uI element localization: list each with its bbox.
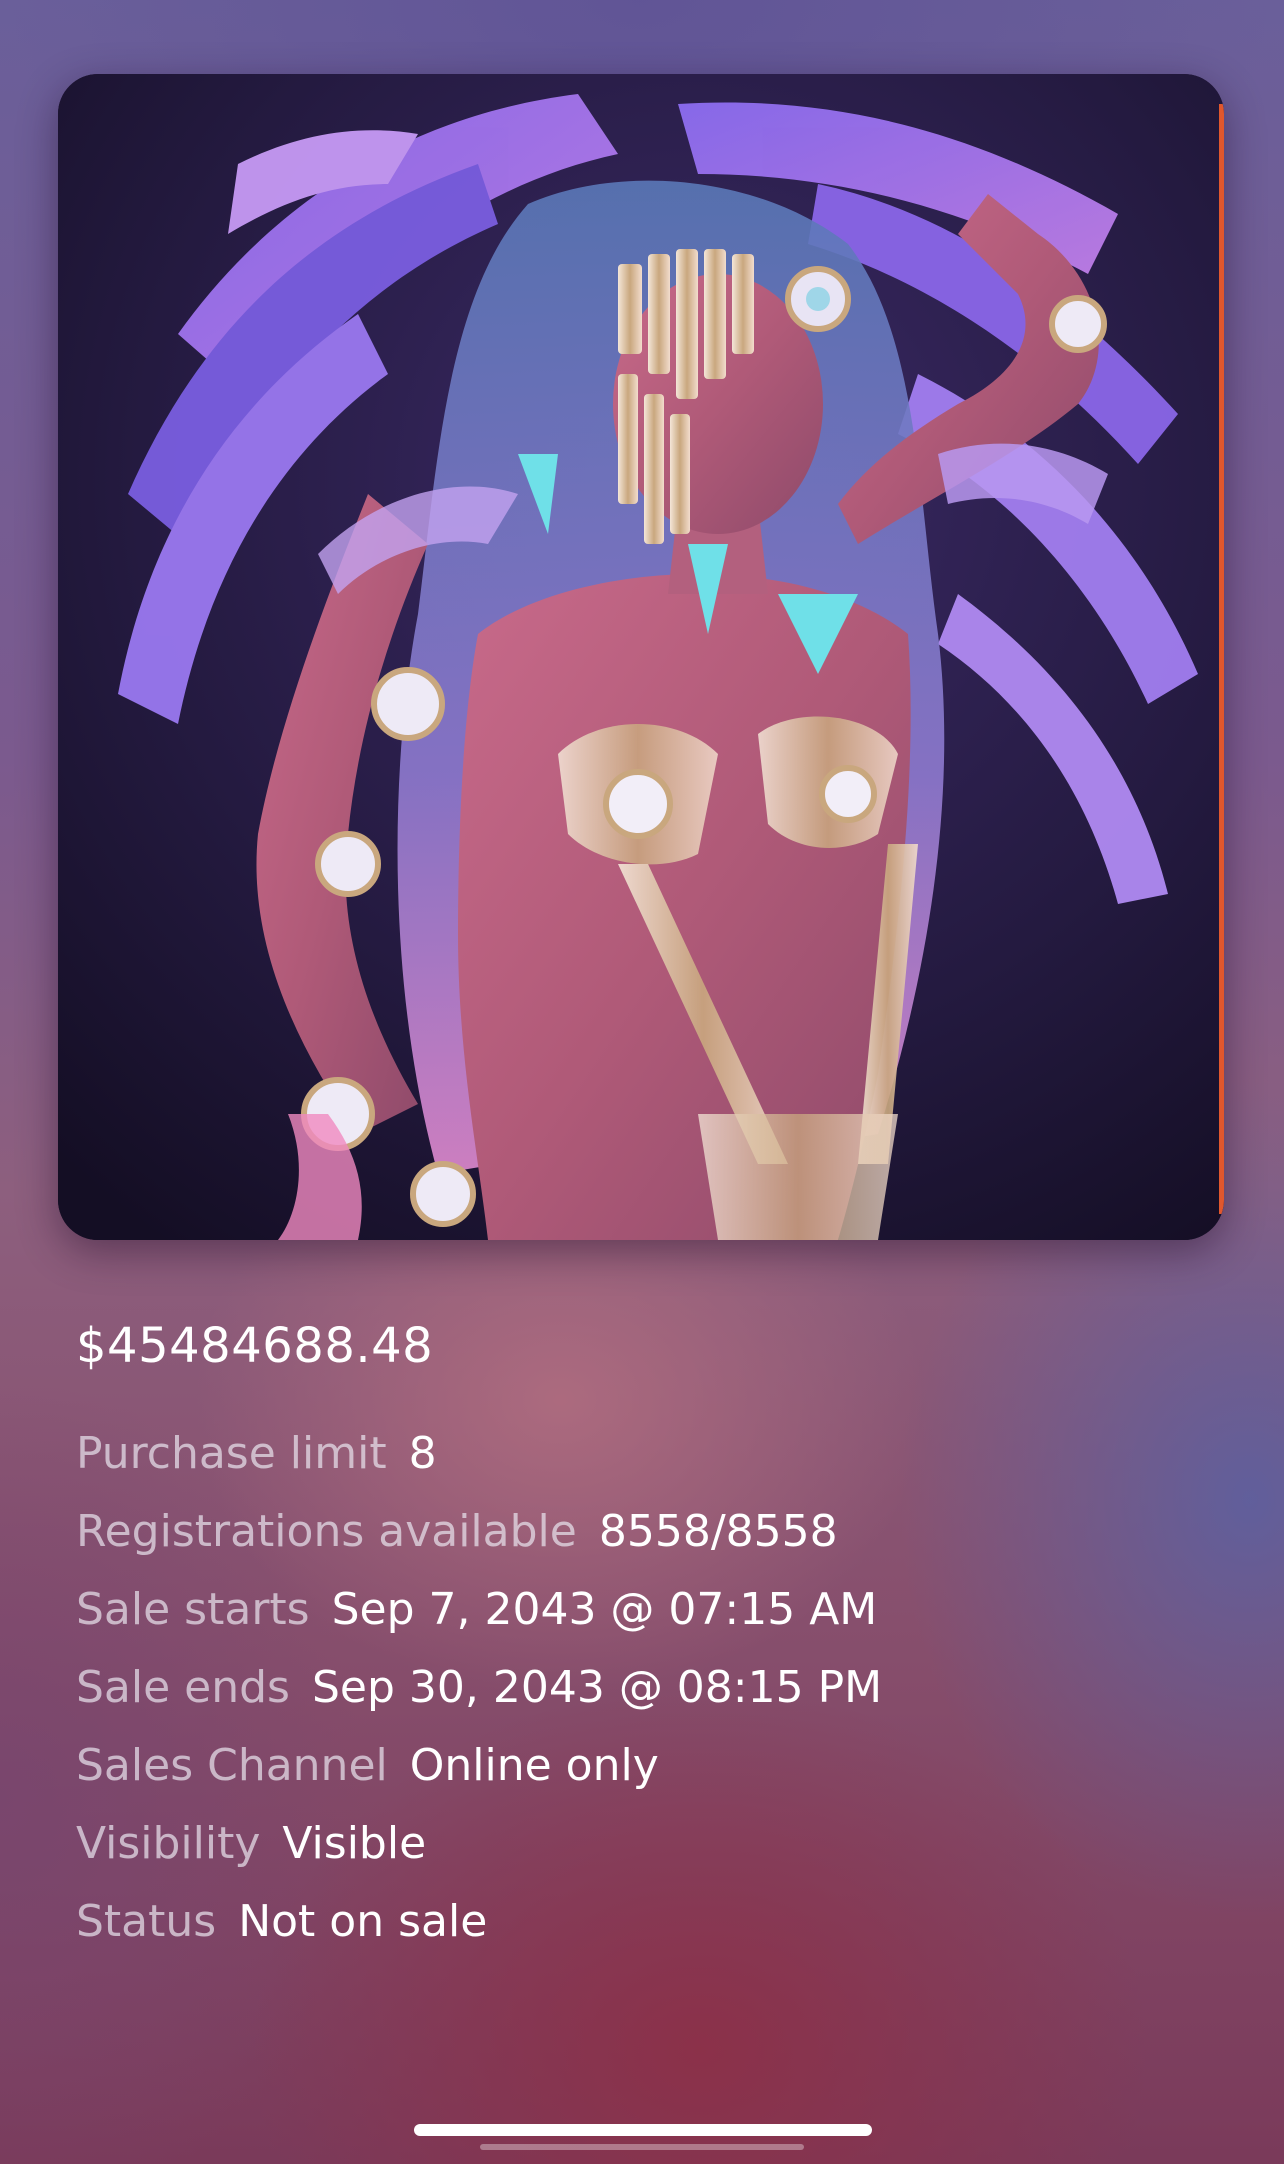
detail-label: Purchase limit	[76, 1428, 387, 1479]
detail-row-sale-ends: Sale ends Sep 30, 2043 @ 08:15 PM	[76, 1658, 1216, 1736]
detail-label: Registrations available	[76, 1506, 577, 1557]
detail-label: Visibility	[76, 1818, 261, 1869]
detail-row-sale-starts: Sale starts Sep 7, 2043 @ 07:15 AM	[76, 1580, 1216, 1658]
ticket-details: $45484688.48 Purchase limit 8 Registratio…	[76, 1310, 1216, 1970]
detail-value: Visible	[282, 1818, 427, 1869]
home-indicator[interactable]	[414, 2124, 872, 2136]
price-text: $45484688.48	[76, 1318, 434, 1374]
detail-label: Status	[76, 1896, 217, 1947]
detail-value: Online only	[409, 1740, 659, 1791]
detail-value: 8558/8558	[598, 1506, 838, 1557]
detail-row-status: Status Not on sale	[76, 1892, 1216, 1970]
product-image[interactable]	[58, 74, 1224, 1240]
detail-row-registrations: Registrations available 8558/8558	[76, 1502, 1216, 1580]
detail-row-visibility: Visibility Visible	[76, 1814, 1216, 1892]
home-indicator-shadow	[480, 2144, 804, 2150]
product-photo-illustration	[58, 74, 1224, 1240]
detail-value: Sep 7, 2043 @ 07:15 AM	[331, 1584, 878, 1635]
detail-value: Not on sale	[238, 1896, 488, 1947]
image-edge-accent	[1219, 104, 1224, 1214]
detail-label: Sale starts	[76, 1584, 310, 1635]
detail-label: Sale ends	[76, 1662, 290, 1713]
detail-value: Sep 30, 2043 @ 08:15 PM	[311, 1662, 883, 1713]
detail-row-purchase-limit: Purchase limit 8	[76, 1424, 1216, 1502]
detail-row-sales-channel: Sales Channel Online only	[76, 1736, 1216, 1814]
screen: $45484688.48 Purchase limit 8 Registratio…	[0, 0, 1284, 2164]
detail-value: 8	[408, 1428, 437, 1479]
detail-label: Sales Channel	[76, 1740, 388, 1791]
